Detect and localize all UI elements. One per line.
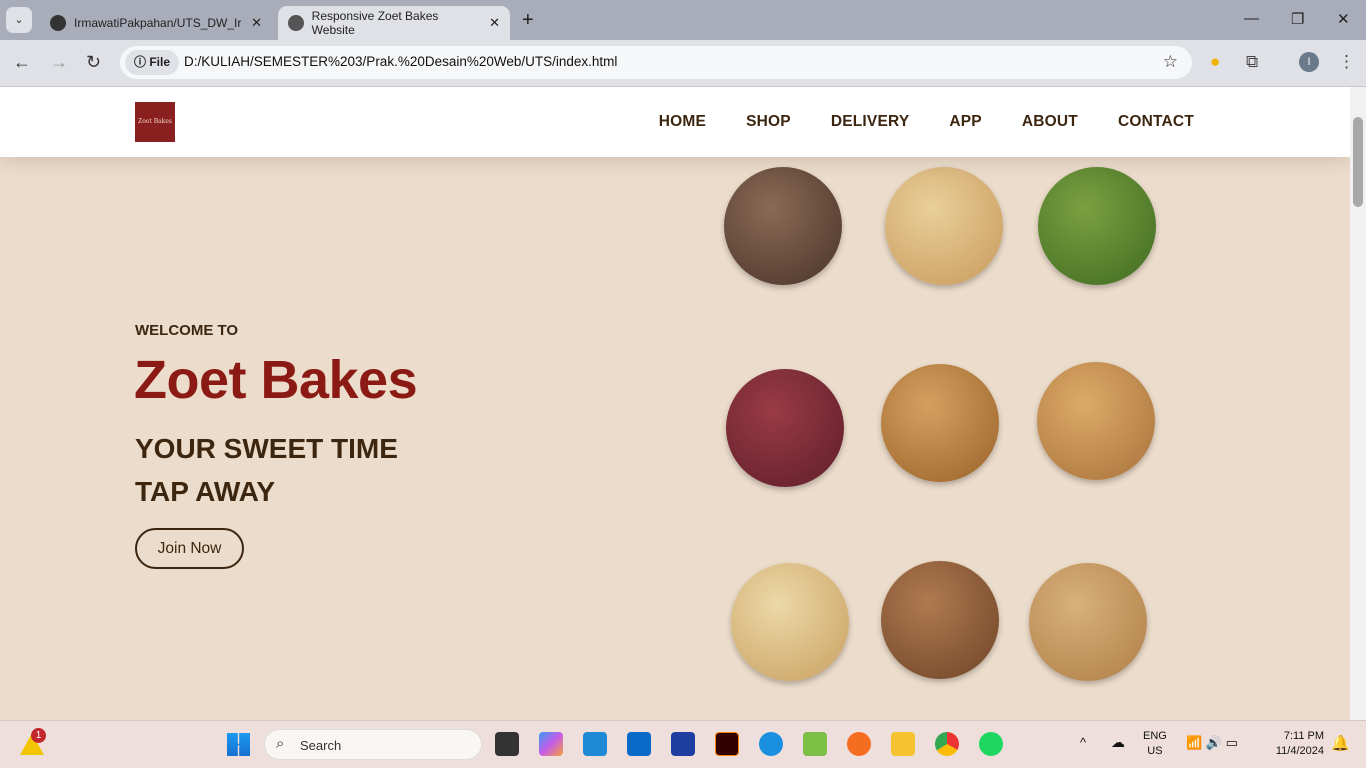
l-app-icon[interactable]	[671, 732, 695, 756]
date-text: 11/4/2024	[1275, 745, 1324, 757]
forward-button[interactable]: →	[50, 52, 68, 73]
lang-text: ENG	[1143, 730, 1167, 742]
reload-button[interactable]: ↻	[86, 52, 101, 73]
onedrive-icon[interactable]: ☁	[1111, 734, 1125, 751]
cookie-oreo	[724, 167, 842, 285]
tray-chevron-icon[interactable]: ^	[1080, 735, 1086, 750]
nav-home[interactable]: HOME	[659, 113, 706, 131]
back-button[interactable]: ←	[13, 52, 31, 73]
close-window-button[interactable]: ✕	[1337, 10, 1350, 28]
chrome-icon[interactable]	[935, 732, 959, 756]
address-bar[interactable]: ⓘ File D:/KULIAH/SEMESTER%203/Prak.%20De…	[120, 46, 1192, 79]
hero-title: Zoet Bakes	[134, 350, 418, 410]
scrollbar-thumb[interactable]	[1353, 117, 1363, 207]
weather-badge: 1	[31, 728, 46, 743]
site-logo[interactable]: Zoet Bakes	[135, 102, 175, 142]
tab-title: Responsive Zoet Bakes Website	[311, 9, 439, 37]
tab-search-button[interactable]: ⌄	[6, 7, 32, 33]
tab-strip: ⌄ IrmawatiPakpahan/UTS_DW_Irm ✕ Responsi…	[0, 0, 1366, 40]
hero-tagline-1: YOUR SWEET TIME	[135, 433, 398, 464]
lightbulb-icon[interactable]: ●	[1210, 52, 1220, 72]
clock[interactable]: 7:11 PM 11/4/2024	[1266, 730, 1324, 757]
search-icon: ⌕	[276, 735, 285, 752]
nav-app[interactable]: APP	[949, 113, 981, 131]
cookie-pine-nut	[1029, 563, 1147, 681]
cookie-biscoff	[881, 364, 999, 482]
site-info-chip[interactable]: ⓘ File	[125, 50, 180, 75]
search-label: Search	[300, 738, 342, 753]
nav-contact[interactable]: CONTACT	[1118, 113, 1194, 131]
nav-about[interactable]: ABOUT	[1022, 113, 1078, 131]
nav-shop[interactable]: SHOP	[746, 113, 791, 131]
tab-title: IrmawatiPakpahan/UTS_DW_Irm	[74, 16, 242, 30]
taskbar-search[interactable]: ⌕ Search	[264, 729, 482, 760]
cookie-red-velvet	[726, 369, 844, 487]
close-icon[interactable]: ✕	[489, 15, 500, 31]
region-text: US	[1147, 745, 1163, 757]
cookie-cheese	[1037, 362, 1155, 480]
illustrator-icon[interactable]	[715, 732, 739, 756]
time-text: 7:11 PM	[1283, 730, 1324, 742]
task-view-icon[interactable]	[495, 732, 519, 756]
restore-button[interactable]: ❐	[1291, 10, 1304, 28]
taskbar: 1 ⌕ Search ^ ☁ ENG US 📶 🔊 ▭ 7:11 PM 11/4/20…	[0, 720, 1366, 768]
web-page: Zoet Bakes HOME SHOP DELIVERY APP ABOUT …	[0, 87, 1350, 720]
firefox-icon[interactable]	[847, 732, 871, 756]
cookie-cashew	[885, 167, 1003, 285]
tab-github[interactable]: IrmawatiPakpahan/UTS_DW_Irm ✕	[40, 6, 272, 40]
spotify-icon[interactable]	[979, 732, 1003, 756]
github-icon	[50, 15, 66, 31]
hero-welcome: WELCOME TO	[135, 322, 239, 339]
edge-icon[interactable]	[759, 732, 783, 756]
browser-toolbar: ← → ↻ ⓘ File D:/KULIAH/SEMESTER%203/Prak…	[0, 40, 1366, 87]
new-tab-button[interactable]: +	[522, 9, 534, 32]
outlook-icon[interactable]	[627, 732, 651, 756]
close-icon[interactable]: ✕	[251, 15, 262, 31]
file-explorer-icon[interactable]	[891, 732, 915, 756]
notification-bell-icon[interactable]: 🔔	[1331, 734, 1350, 752]
menu-kebab-icon[interactable]: ⋮	[1338, 52, 1355, 72]
tab-zoet-bakes[interactable]: Responsive Zoet Bakes Website ✕	[278, 6, 510, 40]
globe-icon	[288, 15, 304, 31]
profile-avatar[interactable]: I	[1299, 52, 1319, 72]
main-nav: HOME SHOP DELIVERY APP ABOUT CONTACT	[659, 113, 1194, 131]
notepad-icon[interactable]	[803, 732, 827, 756]
bookmark-star-icon[interactable]: ☆	[1163, 52, 1178, 72]
cookie-matcha	[1038, 167, 1156, 285]
url-text[interactable]: D:/KULIAH/SEMESTER%203/Prak.%20Desain%20…	[184, 54, 617, 69]
language-indicator[interactable]: ENG US	[1143, 730, 1167, 757]
join-now-button[interactable]: Join Now	[135, 528, 244, 569]
nav-delivery[interactable]: DELIVERY	[831, 113, 910, 131]
wifi-volume-battery-icons[interactable]: 📶 🔊 ▭	[1186, 735, 1238, 751]
hero-tagline-2: TAP AWAY	[135, 476, 276, 507]
scrollbar[interactable]	[1350, 87, 1366, 720]
copilot-icon[interactable]	[539, 732, 563, 756]
extensions-icon[interactable]: ⧉	[1246, 52, 1258, 72]
cookie-chocolate	[881, 561, 999, 679]
site-header: Zoet Bakes HOME SHOP DELIVERY APP ABOUT …	[0, 87, 1350, 157]
windows-start-icon[interactable]	[227, 733, 250, 756]
chip-label: File	[149, 55, 171, 69]
minimize-button[interactable]: —	[1244, 10, 1259, 27]
cookie-almond	[731, 563, 849, 681]
vscode-icon[interactable]	[583, 732, 607, 756]
